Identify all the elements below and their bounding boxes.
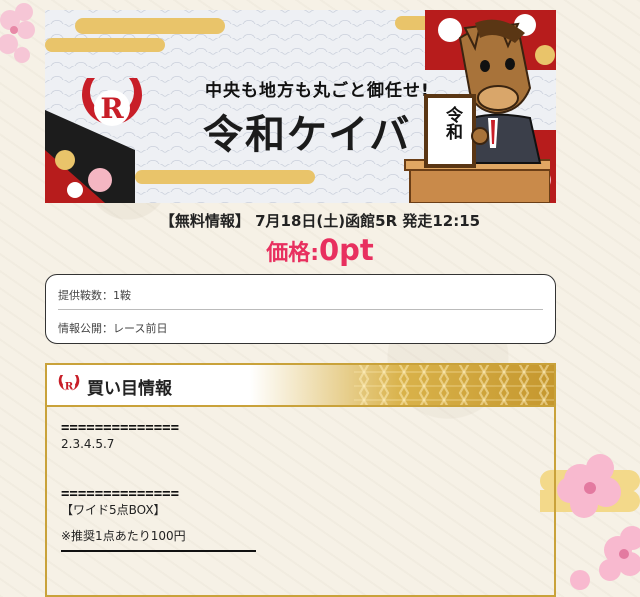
panel-body: ============== 2.3.4.5.7 ============== …: [61, 421, 540, 552]
price-label: 価格:: [266, 241, 319, 266]
svg-text:R: R: [65, 380, 74, 392]
price-line: 価格:0pt: [0, 233, 640, 267]
separator-line: ==============: [61, 486, 180, 502]
svg-text:R: R: [100, 92, 124, 125]
asanoha-pattern: [354, 365, 554, 405]
panel-title: 買い目情報: [87, 379, 172, 399]
price-value: 0pt: [319, 233, 374, 267]
details-box: 提供鞍数：1鞍 情報公開：レース前日: [45, 274, 556, 344]
panel-header: R 買い目情報: [47, 365, 554, 407]
reiwa-keiba-logo-icon: R: [82, 78, 142, 126]
recommended-stake: ※推奨1点あたり100円: [61, 529, 186, 543]
sign-text: 令和: [442, 106, 462, 140]
bet-numbers: 2.3.4.5.7: [61, 437, 115, 451]
hero-banner: R 中央も地方も丸ごと御任せ! 令和ケイバ 令和: [45, 10, 556, 203]
bet-type: 【ワイド5点BOX】: [61, 503, 166, 517]
reiwa-logo-small-icon: R: [58, 375, 80, 392]
details-divider: [58, 309, 543, 310]
betting-info-panel: R 買い目情報 ============== 2.3.4.5.7 =======…: [45, 363, 556, 597]
race-info-title: 【無料情報】 7月18日(土)函館5R 発走12:15: [159, 212, 481, 230]
stake-underline: [61, 550, 256, 552]
horse-mascot-image: [404, 19, 550, 203]
sakura-decoration-top-left: [0, 3, 35, 63]
release-timing-text: 情報公開：レース前日: [58, 322, 168, 335]
horses-count-text: 提供鞍数：1鞍: [58, 289, 131, 302]
separator-line: ==============: [61, 420, 180, 436]
